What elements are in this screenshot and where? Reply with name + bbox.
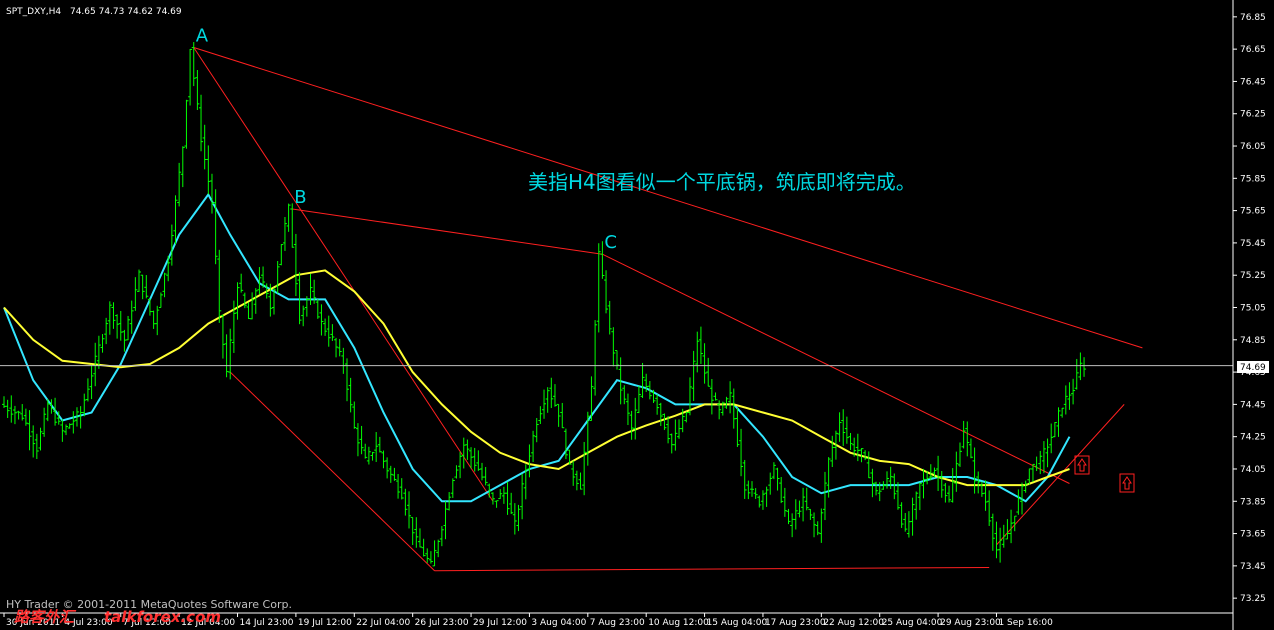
current-price-value: 74.69 (1240, 363, 1266, 373)
y-tick-label: 76.45 (1240, 77, 1266, 87)
y-tick-label: 75.65 (1240, 207, 1266, 217)
symbol-label: SPT_DXY,H4 (6, 7, 61, 17)
y-tick-label: 76.05 (1240, 142, 1266, 152)
x-tick-label: 29 Jul 12:00 (473, 618, 527, 628)
pivot-label-a: A (196, 26, 209, 47)
price-chart[interactable]: 76.85 76.65 76.45 76.25 76.05 75.85 75.65 75.45… (0, 0, 1274, 630)
y-tick-label: 74.25 (1240, 433, 1266, 443)
ohlc-readout: 74.65 74.73 74.62 74.69 (70, 7, 182, 17)
chart-annotation: 美指H4图看似一个平底锅，筑底即将完成。 (528, 170, 916, 194)
x-tick-label: 1 Sep 16:00 (998, 618, 1053, 628)
y-tick-label: 73.45 (1240, 562, 1266, 572)
current-price-tag: 74.69 (1237, 361, 1269, 373)
x-tick-label: 15 Aug 04:00 (707, 618, 768, 628)
logo-site: talkforex.com (104, 608, 221, 626)
x-tick-label: 14 Jul 23:00 (240, 618, 294, 628)
x-tick-label: 7 Aug 23:00 (590, 618, 645, 628)
y-tick-label: 76.85 (1240, 13, 1266, 23)
y-tick-label: 75.25 (1240, 271, 1266, 281)
x-tick-label: 19 Jul 12:00 (298, 618, 352, 628)
site-logo: 路客外汇 talkforex.com (14, 608, 221, 626)
y-tick-label: 74.85 (1240, 336, 1266, 346)
y-tick-label: 73.85 (1240, 497, 1266, 507)
y-tick-label: 76.25 (1240, 110, 1266, 120)
logo-chars: 路客外汇 (14, 608, 77, 626)
x-tick-label: 10 Aug 12:00 (648, 618, 709, 628)
x-tick-label: 26 Jul 23:00 (415, 618, 469, 628)
y-tick-label: 75.05 (1240, 304, 1266, 314)
pivot-label-c: C (604, 232, 617, 253)
y-tick-label: 74.05 (1240, 465, 1266, 475)
x-tick-label: 22 Jul 04:00 (356, 618, 410, 628)
x-tick-label: 17 Aug 23:00 (765, 618, 826, 628)
x-tick-label: 25 Aug 04:00 (882, 618, 943, 628)
y-tick-label: 73.25 (1240, 594, 1266, 604)
y-tick-label: 75.85 (1240, 174, 1266, 184)
x-tick-label: 3 Aug 04:00 (531, 618, 586, 628)
y-tick-label: 74.45 (1240, 400, 1266, 410)
y-tick-label: 76.65 (1240, 45, 1266, 55)
pivot-label-b: B (294, 187, 306, 208)
y-tick-label: 73.65 (1240, 530, 1266, 540)
chart-header: SPT_DXY,H4 74.65 74.73 74.62 74.69 (6, 7, 182, 17)
y-tick-label: 75.45 (1240, 239, 1266, 249)
chart-background (0, 0, 1274, 630)
x-tick-label: 29 Aug 23:00 (940, 618, 1001, 628)
x-tick-label: 22 Aug 12:00 (823, 618, 884, 628)
